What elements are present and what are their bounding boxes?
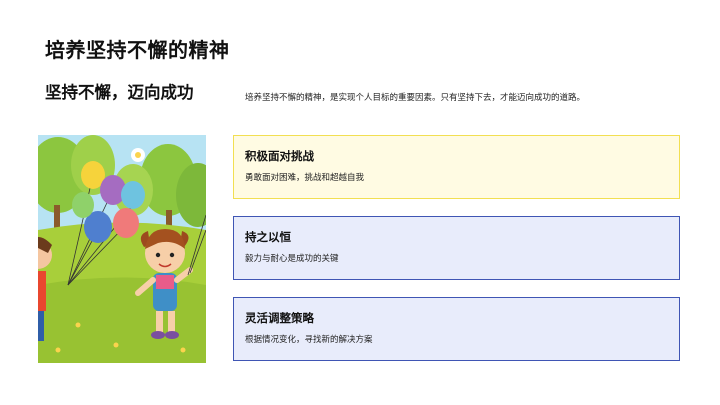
slide: 培养坚持不懈的精神 坚持不懈，迈向成功 培养坚持不懈的精神，是实现个人目标的重要… <box>0 0 720 405</box>
card-flexible-strategy: 灵活调整策略 根据情况变化，寻找新的解决方案 <box>233 297 680 361</box>
card-title: 持之以恒 <box>245 230 291 244</box>
card-desc: 根据情况变化，寻找新的解决方案 <box>245 335 373 345</box>
intro-text: 培养坚持不懈的精神，是实现个人目标的重要因素。只有坚持下去，才能迈向成功的道路。 <box>245 93 586 103</box>
card-title: 灵活调整策略 <box>245 311 314 325</box>
card-desc: 勇敢面对困难，挑战和超越自我 <box>245 173 365 183</box>
slide-subtitle: 坚持不懈，迈向成功 <box>45 83 194 102</box>
card-perseverance: 持之以恒 毅力与耐心是成功的关键 <box>233 216 680 280</box>
kids-with-balloons-illustration <box>38 135 206 363</box>
card-title: 积极面对挑战 <box>245 149 314 163</box>
slide-title: 培养坚持不懈的精神 <box>45 38 230 62</box>
card-desc: 毅力与耐心是成功的关键 <box>245 254 339 264</box>
card-face-challenges: 积极面对挑战 勇敢面对困难，挑战和超越自我 <box>233 135 680 199</box>
